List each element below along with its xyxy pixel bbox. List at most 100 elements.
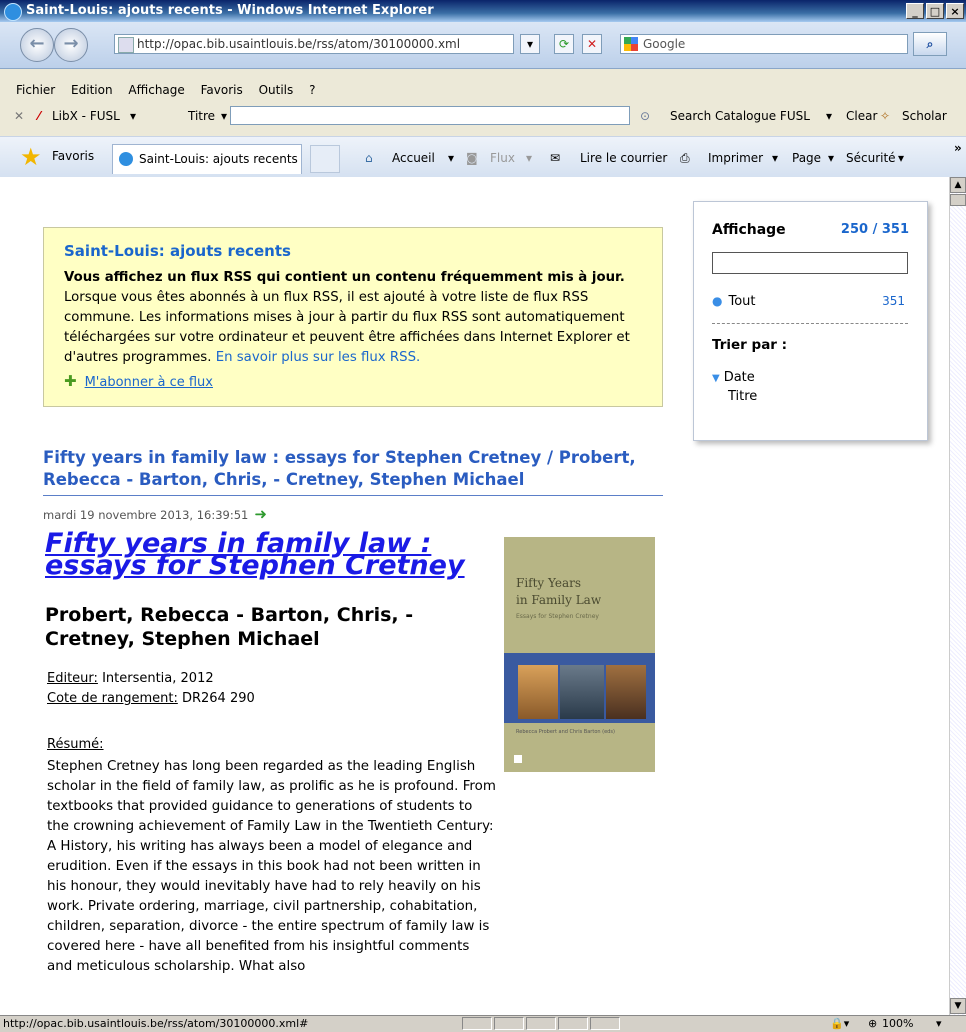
forward-button[interactable]: → (54, 28, 88, 62)
entry-date: mardi 19 novembre 2013, 16:39:51 ➜ (43, 505, 267, 523)
status-cell (494, 1017, 524, 1030)
learn-more-link[interactable]: En savoir plus sur les flux RSS. (216, 350, 421, 365)
printer-icon[interactable]: ⎙ (680, 149, 690, 167)
scroll-thumb[interactable] (950, 194, 966, 206)
menu-help[interactable]: ? (309, 83, 315, 97)
window-titlebar: Saint-Louis: ajouts recents - Windows In… (0, 0, 966, 22)
cover-title-line2: in Family Law (516, 593, 602, 607)
summary-label: Résumé: (47, 737, 104, 752)
mail-icon[interactable]: ✉ (550, 149, 560, 167)
menu-file[interactable]: Fichier (16, 83, 55, 97)
read-mail-button[interactable]: Lire le courrier (580, 149, 667, 167)
search-button[interactable]: ⌕ (913, 32, 947, 56)
scroll-down-arrow-icon[interactable]: ▼ (950, 998, 966, 1014)
libx-toolbar: ✕ ⁄ LibX - FUSL ▾ Titre ▾ ⊙ Search Catal… (0, 103, 966, 129)
feed-icon[interactable]: ◙ (466, 149, 478, 167)
favorites-button[interactable]: Favoris (52, 149, 94, 163)
book-authors: Probert, Rebecca - Barton, Chris, - Cret… (45, 604, 414, 650)
security-dropdown-icon[interactable]: ▾ (898, 149, 904, 167)
catalogue-dropdown-icon[interactable]: ▾ (826, 103, 832, 129)
security-zone-icon[interactable]: 🔒▾ (830, 1016, 849, 1031)
tab-ie-icon (119, 152, 133, 166)
go-arrow-icon[interactable]: ➜ (254, 505, 267, 523)
page-menu-button[interactable]: Page (792, 149, 821, 167)
page-icon (118, 37, 134, 53)
entry-date-text: mardi 19 novembre 2013, 16:39:51 (43, 508, 249, 522)
refresh-button[interactable]: ⟳ (554, 34, 574, 54)
close-toolbar-icon[interactable]: ✕ (14, 103, 24, 129)
libx-search-input[interactable] (230, 106, 630, 125)
tab-active[interactable]: Saint-Louis: ajouts recents (112, 144, 302, 174)
navigation-bar: ← → http://opac.bib.usaintlouis.be/rss/a… (0, 22, 966, 69)
page-content: Saint-Louis: ajouts recents Vous affiche… (0, 177, 949, 1015)
menu-favorites[interactable]: Favoris (201, 83, 243, 97)
libx-dropdown-icon[interactable]: ▾ (130, 103, 136, 129)
status-cell (558, 1017, 588, 1030)
feed-headline: Vous affichez un flux RSS qui contient u… (64, 270, 625, 285)
tab-label: Saint-Louis: ajouts recents (139, 152, 298, 166)
maximize-button[interactable]: □ (926, 3, 944, 19)
feeds-button[interactable]: Flux (490, 149, 515, 167)
book-details: Editeur: Intersentia, 2012 Cote de range… (47, 669, 255, 709)
stop-button[interactable]: ✕ (582, 34, 602, 54)
zoom-dropdown-icon[interactable]: ▾ (936, 1016, 942, 1031)
field-dropdown-icon[interactable]: ▾ (221, 103, 227, 129)
cover-title: Fifty Years in Family Law (516, 575, 601, 609)
search-options-icon[interactable]: ⊙ (640, 103, 650, 129)
vertical-scrollbar[interactable]: ▲ ▼ (949, 177, 966, 1015)
field-select[interactable]: Titre (188, 103, 215, 129)
address-bar[interactable]: http://opac.bib.usaintlouis.be/rss/atom/… (114, 34, 514, 54)
callno-label: Cote de rangement: (47, 691, 178, 706)
subscribe-link[interactable]: ✚ M'abonner à ce flux (64, 372, 213, 390)
favorites-star-icon[interactable]: ★ (20, 145, 42, 169)
feeds-dropdown-icon[interactable]: ▾ (526, 149, 532, 167)
status-cell (462, 1017, 492, 1030)
security-menu-button[interactable]: Sécurité (846, 149, 896, 167)
zoom-icon[interactable]: ⊕ (868, 1016, 877, 1031)
publisher-label: Editeur: (47, 671, 98, 686)
close-window-button[interactable]: × (946, 3, 964, 19)
search-input[interactable]: Google (620, 34, 908, 54)
print-dropdown-icon[interactable]: ▾ (772, 149, 778, 167)
entry-title-link[interactable]: Fifty years in family law : essays for S… (43, 447, 663, 491)
cover-photo (560, 665, 604, 719)
filter-all-count: 351 (882, 294, 905, 308)
menu-edit[interactable]: Edition (71, 83, 113, 97)
divider (712, 323, 908, 324)
more-commands-icon[interactable]: » (954, 139, 962, 157)
print-button[interactable]: Imprimer (708, 149, 763, 167)
summary-text: Stephen Cretney has long been regarded a… (47, 759, 496, 974)
scholar-button[interactable]: Scholar (902, 103, 947, 129)
clear-button[interactable]: Clear (846, 103, 877, 129)
search-catalogue-button[interactable]: Search Catalogue FUSL (670, 103, 810, 129)
status-url: http://opac.bib.usaintlouis.be/rss/atom/… (3, 1017, 309, 1030)
address-dropdown-button[interactable]: ▾ (520, 34, 540, 54)
feed-description: Vous affichez un flux RSS qui contient u… (64, 268, 644, 368)
libx-icon: ⁄ (38, 109, 41, 123)
menu-tools[interactable]: Outils (259, 83, 294, 97)
home-icon[interactable]: ⌂ (365, 149, 373, 167)
home-button[interactable]: Accueil (392, 149, 435, 167)
book-cover-image: Fifty Years in Family Law Essays for Step… (504, 537, 655, 772)
filter-input[interactable] (712, 252, 908, 274)
page-dropdown-icon[interactable]: ▾ (828, 149, 834, 167)
sort-by-title[interactable]: Titre (728, 389, 757, 404)
status-bar: http://opac.bib.usaintlouis.be/rss/atom/… (0, 1015, 966, 1032)
scroll-up-arrow-icon[interactable]: ▲ (950, 177, 966, 193)
zoom-level[interactable]: 100% (882, 1016, 913, 1031)
sort-by-date[interactable]: ▼ Date (712, 370, 755, 385)
menu-view[interactable]: Affichage (128, 83, 184, 97)
new-tab-button[interactable] (310, 145, 340, 173)
back-button[interactable]: ← (20, 28, 54, 62)
book-title-link[interactable]: Fifty years in family law : essays for S… (45, 530, 495, 579)
libx-brand[interactable]: LibX - FUSL (52, 103, 120, 129)
display-heading: Affichage (712, 222, 786, 238)
cover-photo (518, 665, 558, 719)
sort-heading: Trier par : (712, 337, 788, 353)
filter-all[interactable]: ● Tout (712, 294, 756, 309)
home-dropdown-icon[interactable]: ▾ (448, 149, 454, 167)
rss-info-box: Saint-Louis: ajouts recents Vous affiche… (43, 227, 663, 407)
minimize-button[interactable]: _ (906, 3, 924, 19)
publisher-logo (514, 755, 522, 763)
menu-bar: Fichier Edition Affichage Favoris Outils… (0, 79, 966, 101)
